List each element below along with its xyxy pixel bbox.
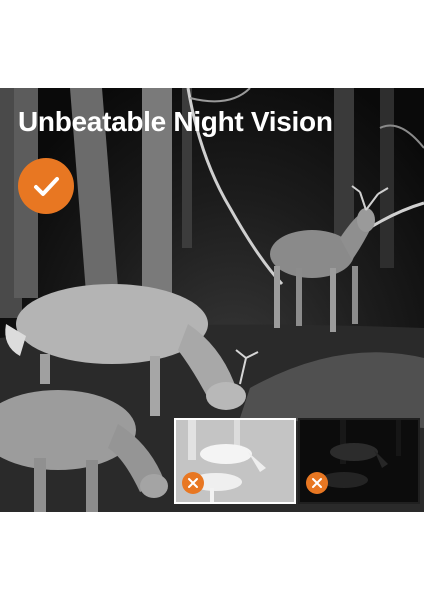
cross-badge xyxy=(182,472,204,494)
checkmark-icon xyxy=(34,177,59,196)
overexposed-comparison-thumbnail xyxy=(174,418,296,504)
checkmark-badge xyxy=(18,158,74,214)
underexposed-comparison-thumbnail xyxy=(298,418,420,504)
night-vision-banner: Unbeatable Night Vision xyxy=(0,88,424,512)
cross-badge xyxy=(306,472,328,494)
cross-icon xyxy=(312,478,322,488)
cross-icon xyxy=(188,478,198,488)
banner-title: Unbeatable Night Vision xyxy=(18,106,333,137)
